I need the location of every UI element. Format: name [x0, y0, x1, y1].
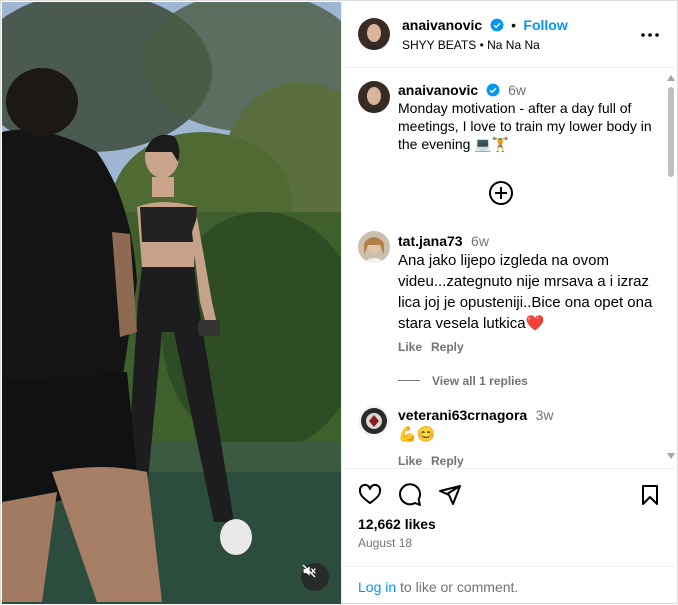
- commenter-avatar[interactable]: [358, 405, 390, 437]
- caption-username[interactable]: anaivanovic: [398, 82, 478, 98]
- replies-divider: [398, 380, 420, 381]
- post-date[interactable]: August 18: [358, 536, 412, 550]
- caption-time[interactable]: 6w: [508, 82, 526, 98]
- comments-scroll-area[interactable]: anaivanovic 6w Monday motivation - after…: [342, 69, 678, 468]
- comment-icon[interactable]: [398, 483, 422, 507]
- author-username[interactable]: anaivanovic: [402, 17, 482, 33]
- commenter-avatar[interactable]: [358, 231, 390, 263]
- post-header: anaivanovic • Follow SHYY BEATS • Na Na …: [342, 2, 678, 68]
- verified-badge-icon: [490, 18, 504, 32]
- comment-time[interactable]: 6w: [471, 233, 489, 249]
- login-link[interactable]: Log in: [358, 579, 396, 595]
- speaker-muted-icon: [302, 564, 316, 578]
- follow-button[interactable]: Follow: [523, 17, 567, 33]
- comment-username[interactable]: tat.jana73: [398, 233, 463, 249]
- likes-count[interactable]: 12,662 likes: [358, 516, 436, 532]
- heart-icon[interactable]: [358, 483, 382, 507]
- post-dialog: anaivanovic • Follow SHYY BEATS • Na Na …: [0, 0, 678, 604]
- video-frame-illustration: [2, 2, 341, 604]
- more-options-icon[interactable]: [638, 26, 662, 44]
- caption-text: Monday motivation - after a day full of …: [398, 100, 652, 152]
- add-circle-icon[interactable]: [488, 180, 514, 206]
- comment-username[interactable]: veterani63crnagora: [398, 407, 527, 423]
- comments-scrollbar[interactable]: [665, 69, 677, 468]
- comment-text: 💪😊: [398, 426, 436, 443]
- post-actions: 12,662 likes August 18 Log in to like or…: [342, 468, 678, 604]
- share-icon[interactable]: [438, 483, 462, 507]
- comment-text: Ana jako lijepo izgleda na ovom videu...…: [398, 252, 653, 332]
- caption-author-avatar[interactable]: [358, 81, 390, 113]
- author-avatar[interactable]: [358, 18, 390, 50]
- comment-reply-button[interactable]: Reply: [431, 454, 464, 468]
- comment-like-button[interactable]: Like: [398, 454, 422, 468]
- post-video[interactable]: [2, 2, 341, 604]
- comment-like-button[interactable]: Like: [398, 340, 422, 354]
- login-prompt: Log in to like or comment.: [342, 566, 678, 605]
- verified-badge-icon: [486, 83, 500, 97]
- comment-reply-button[interactable]: Reply: [431, 340, 464, 354]
- audio-track-label[interactable]: SHYY BEATS • Na Na Na: [402, 38, 540, 52]
- mute-button[interactable]: [301, 563, 329, 591]
- header-separator: •: [511, 17, 516, 33]
- view-replies-button[interactable]: View all 1 replies: [432, 374, 528, 388]
- login-prompt-text: to like or comment.: [396, 579, 519, 595]
- post-details-panel: anaivanovic • Follow SHYY BEATS • Na Na …: [341, 2, 678, 604]
- comment-time[interactable]: 3w: [536, 407, 554, 423]
- bookmark-icon[interactable]: [638, 483, 662, 507]
